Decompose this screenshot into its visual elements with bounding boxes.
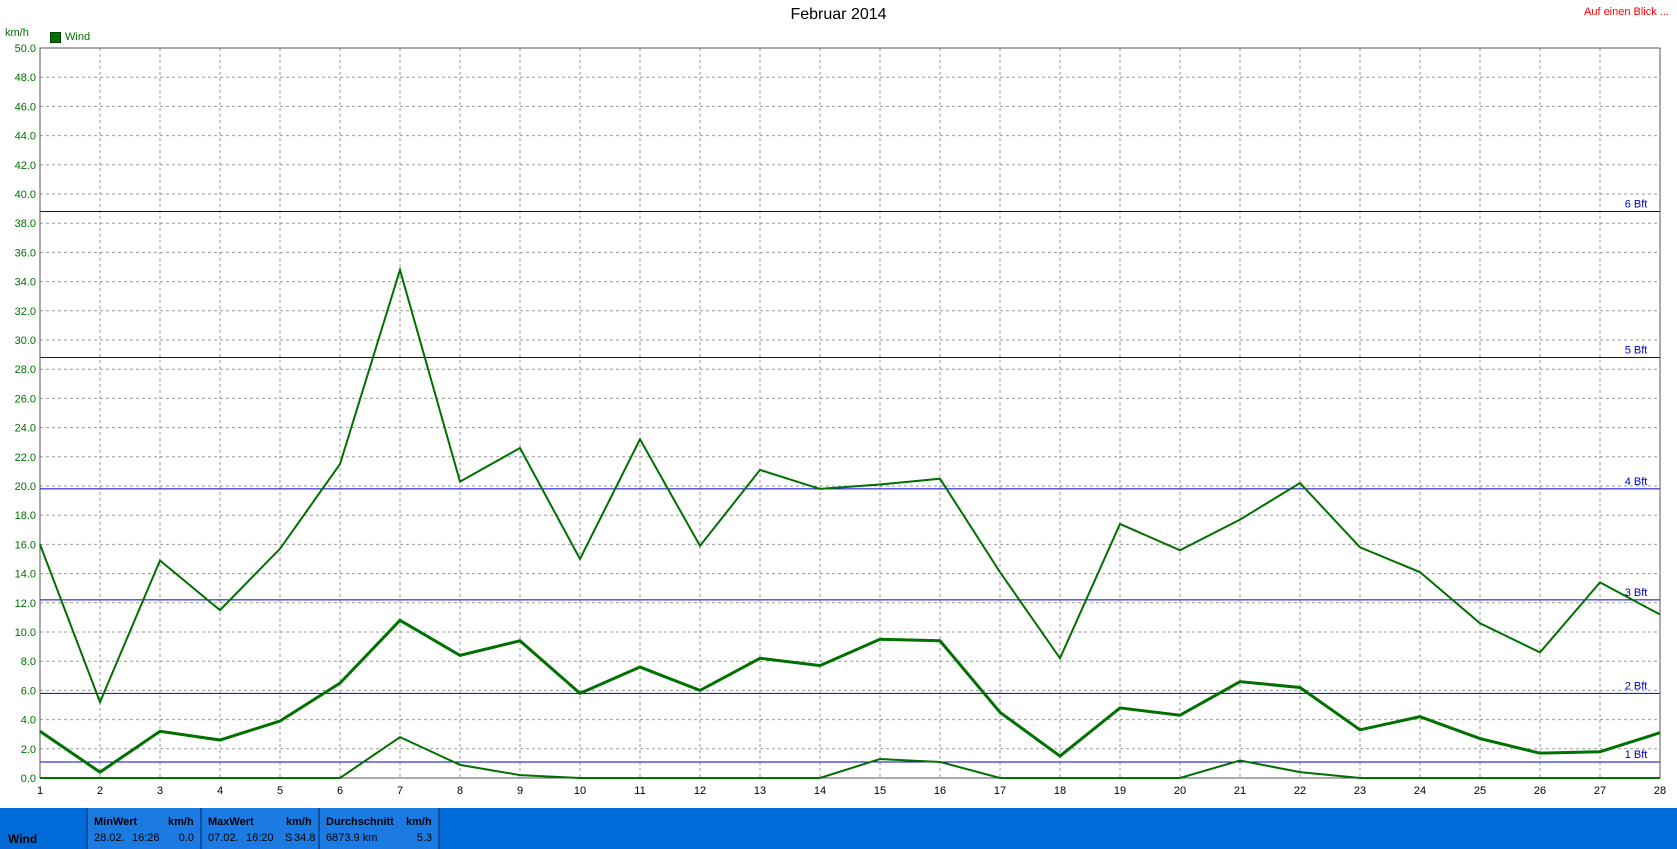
y-tick-label: 22.0 — [15, 452, 36, 464]
y-tick-label: 32.0 — [15, 306, 36, 318]
x-tick-label: 25 — [1474, 785, 1486, 797]
plot-frame — [39, 47, 1661, 779]
x-tick-label: 9 — [517, 785, 523, 797]
min-date: 28.02. — [94, 832, 125, 844]
x-tick-label: 2 — [97, 785, 103, 797]
y-tick-label: 28.0 — [15, 364, 36, 376]
x-tick-label: 17 — [994, 785, 1006, 797]
avg-head: Durchschnitt — [326, 816, 394, 828]
y-tick-label: 16.0 — [15, 539, 36, 551]
x-tick-label: 1 — [37, 785, 43, 797]
y-tick-label: 20.0 — [15, 481, 36, 493]
x-tick-label: 12 — [694, 785, 706, 797]
series-avg-line — [39, 618, 1661, 774]
x-tick-label: 21 — [1234, 785, 1246, 797]
y-tick-label: 6.0 — [21, 685, 36, 697]
legend-swatch-icon — [50, 31, 61, 43]
footer-separator — [438, 808, 440, 849]
x-tick-label: 14 — [814, 785, 826, 797]
y-tick-label: 48.0 — [15, 72, 36, 84]
x-tick-label: 10 — [574, 785, 586, 797]
x-tick-label: 7 — [397, 785, 403, 797]
y-tick-label: 26.0 — [15, 393, 36, 405]
bft-reference-label: 4 Bft — [1625, 476, 1648, 488]
y-tick-label: 30.0 — [15, 335, 36, 347]
x-tick-label: 13 — [754, 785, 766, 797]
y-tick-label: 14.0 — [15, 569, 36, 581]
y-tick-label: 38.0 — [15, 218, 36, 230]
bft-reference-label: 5 Bft — [1625, 345, 1648, 357]
y-tick-label: 34.0 — [15, 277, 36, 289]
x-tick-label: 24 — [1414, 785, 1426, 797]
series-min-line — [40, 735, 1660, 779]
y-tick-label: 46.0 — [15, 101, 36, 113]
x-tick-label: 4 — [217, 785, 223, 797]
x-tick-label: 15 — [874, 785, 886, 797]
x-tick-label: 5 — [277, 785, 283, 797]
footer-min-cell: MinWert km/h 28.02. 16:26 0.0 — [88, 808, 200, 849]
x-tick-label: 18 — [1054, 785, 1066, 797]
overview-link[interactable]: Auf einen Blick ... — [1584, 6, 1669, 18]
y-tick-label: 50.0 — [15, 43, 36, 55]
bft-reference-label: 2 Bft — [1625, 680, 1648, 692]
y-tick-label: 12.0 — [15, 598, 36, 610]
legend-label: Wind — [65, 31, 91, 43]
x-tick-label: 3 — [157, 785, 163, 797]
x-tick-label: 27 — [1594, 785, 1606, 797]
avg-unit: km/h — [406, 816, 432, 828]
x-tick-label: 26 — [1534, 785, 1546, 797]
footer-series-label: Wind — [8, 832, 38, 846]
y-tick-label: 44.0 — [15, 131, 36, 143]
min-time: 16:26 — [132, 832, 160, 844]
chart-title: Februar 2014 — [790, 6, 887, 23]
stats-footer: Wind MinWert km/h 28.02. 16:26 0.0 MaxWe… — [0, 808, 1677, 849]
y-axis-unit: km/h — [5, 27, 29, 39]
y-tick-label: 36.0 — [15, 247, 36, 259]
y-tick-label: 24.0 — [15, 423, 36, 435]
avg-value: 5.3 — [416, 832, 432, 844]
y-tick-label: 0.0 — [21, 773, 36, 785]
min-head: MinWert — [94, 816, 138, 828]
y-tick-label: 40.0 — [15, 189, 36, 201]
avg-distance: 6873.9 km — [326, 832, 378, 844]
bft-reference-label: 6 Bft — [1625, 199, 1648, 211]
y-tick-label: 8.0 — [21, 656, 36, 668]
footer-avg-cell: Durchschnitt km/h 6873.9 km 5.3 — [320, 808, 438, 849]
x-tick-label: 23 — [1354, 785, 1366, 797]
x-tick-label: 28 — [1654, 785, 1666, 797]
y-tick-label: 4.0 — [21, 715, 36, 727]
legend: Wind — [50, 31, 90, 43]
footer-max-cell: MaxWert km/h 07.02. 16:20 S 34.8 — [202, 808, 318, 849]
min-unit: km/h — [168, 816, 194, 828]
y-tick-label: 42.0 — [15, 160, 36, 172]
y-tick-label: 18.0 — [15, 510, 36, 522]
x-tick-label: 8 — [457, 785, 463, 797]
max-date: 07.02. — [208, 832, 239, 844]
x-tick-label: 11 — [634, 785, 645, 797]
min-value: 0.0 — [178, 832, 194, 844]
x-tick-label: 19 — [1114, 785, 1126, 797]
max-direction: S — [285, 832, 293, 844]
max-time: 16:20 — [246, 832, 274, 844]
x-tick-label: 22 — [1294, 785, 1306, 797]
max-unit: km/h — [286, 816, 312, 828]
y-tick-label: 2.0 — [21, 744, 36, 756]
max-head: MaxWert — [208, 816, 254, 828]
wind-chart: 0.0 2.0 4.0 6.0 8.0 10.0 12.0 14.0 16.0 18.0 20.0 2… — [15, 43, 1667, 797]
max-value: 34.8 — [294, 832, 316, 844]
y-tick-label: 10.0 — [15, 627, 36, 639]
bft-reference-label: 1 Bft — [1625, 749, 1648, 761]
x-tick-label: 20 — [1174, 785, 1186, 797]
x-tick-label: 6 — [337, 785, 343, 797]
x-tick-label: 16 — [934, 785, 946, 797]
